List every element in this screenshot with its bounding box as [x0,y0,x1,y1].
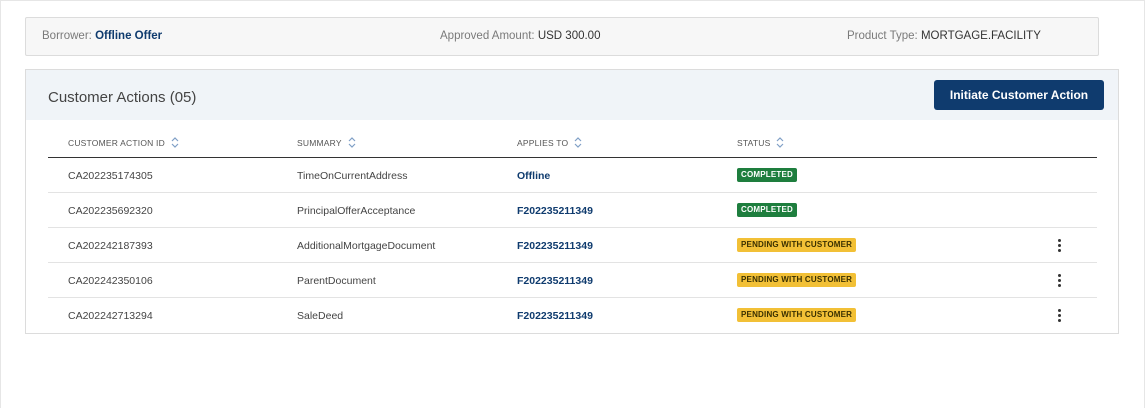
table-row: CA202242187393 AdditionalMortgageDocument… [48,228,1097,263]
more-vertical-icon[interactable] [1052,308,1066,324]
column-header-summary[interactable]: SUMMARY [297,137,356,150]
column-header-label: APPLIES TO [517,137,569,148]
sort-icon[interactable] [348,137,356,150]
status-badge: PENDING WITH CUSTOMER [737,308,857,322]
cell-action-id: CA202235692320 [68,205,153,217]
cell-summary: SaleDeed [297,310,344,322]
table-header: CUSTOMER ACTION ID SUMMARY APPLIES TO STATU… [48,120,1097,158]
sort-icon[interactable] [574,137,582,150]
product-type-value: MORTGAGE.FACILITY [920,30,1041,42]
status-badge: PENDING WITH CUSTOMER [737,273,857,287]
status-badge: COMPLETED [737,203,798,217]
more-vertical-icon[interactable] [1052,273,1066,289]
loan-summary-bar: Borrower: Offline Offer Approved Amount:… [25,17,1099,56]
borrower-value[interactable]: Offline Offer [95,30,162,42]
sort-icon[interactable] [171,137,179,150]
cell-summary: AdditionalMortgageDocument [297,240,436,252]
panel-title: Customer Actions (05) [48,89,197,106]
table-row: CA202235174305 TimeOnCurrentAddress Offlin… [48,158,1097,193]
cell-summary: PrincipalOfferAcceptance [297,205,416,217]
approved-amount-label: Approved Amount: [440,30,535,42]
cell-action-id: CA202242350106 [68,275,153,287]
cell-action-id: CA202235174305 [68,170,153,182]
cell-applies-to-link[interactable]: F202235211349 [517,240,593,252]
cell-applies-to-link[interactable]: F202235211349 [517,275,593,287]
more-vertical-icon[interactable] [1052,238,1066,254]
cell-summary: ParentDocument [297,275,376,287]
cell-action-id: CA202242713294 [68,310,153,322]
column-header-label: STATUS [737,137,771,148]
column-header-customer-action-id[interactable]: CUSTOMER ACTION ID [68,137,179,150]
page-frame: Borrower: Offline Offer Approved Amount:… [0,0,1145,408]
cell-applies-to-link[interactable]: F202235211349 [517,205,593,217]
status-badge: COMPLETED [737,168,798,182]
column-header-label: SUMMARY [297,137,342,148]
cell-action-id: CA202242187393 [68,240,153,252]
column-header-label: CUSTOMER ACTION ID [68,137,165,148]
customer-actions-panel: Customer Actions (05) Initiate Customer … [25,69,1119,334]
borrower-label: Borrower: [42,30,92,42]
cell-summary: TimeOnCurrentAddress [297,170,408,182]
table-row: CA202235692320 PrincipalOfferAcceptance F2… [48,193,1097,228]
initiate-customer-action-button[interactable]: Initiate Customer Action [934,80,1104,110]
approved-amount-value: USD 300.00 [537,30,601,42]
cell-applies-to-link[interactable]: Offline [517,170,550,182]
borrower-field: Borrower: Offline Offer [42,30,162,42]
table-row: CA202242713294 SaleDeed F202235211349 PENDI… [48,298,1097,333]
column-header-applies-to[interactable]: APPLIES TO [517,137,582,150]
column-header-status[interactable]: STATUS [737,137,784,150]
approved-amount-field: Approved Amount: USD 300.00 [440,30,600,42]
product-type-label: Product Type: [847,30,918,42]
status-badge: PENDING WITH CUSTOMER [737,238,857,252]
cell-applies-to-link[interactable]: F202235211349 [517,310,593,322]
panel-header: Customer Actions (05) Initiate Customer … [26,70,1118,120]
sort-icon[interactable] [776,137,784,150]
table-body: CA202235174305 TimeOnCurrentAddress Offlin… [48,158,1097,333]
table-row: CA202242350106 ParentDocument F20223521134… [48,263,1097,298]
product-type-field: Product Type: MORTGAGE.FACILITY [847,30,1041,42]
